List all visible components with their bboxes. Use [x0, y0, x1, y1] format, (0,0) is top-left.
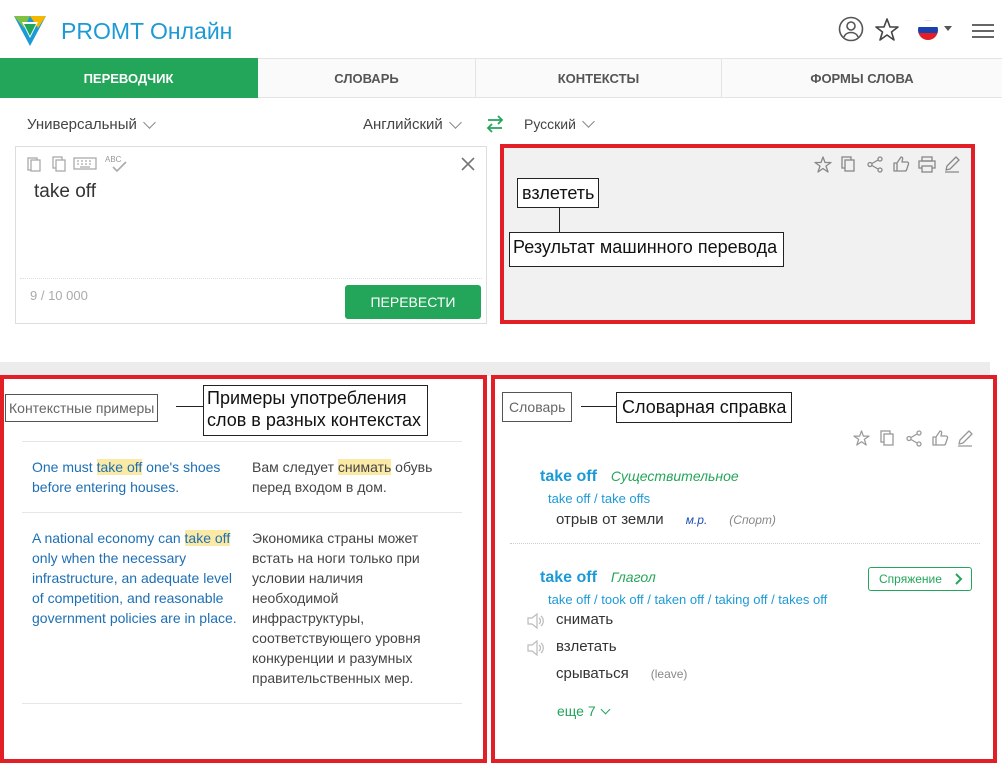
thumbs-up-icon[interactable] — [892, 155, 910, 173]
dictionary-entry-header: take off Существительное — [540, 468, 739, 486]
main-tabs: ПЕРЕВОДЧИК СЛОВАРЬ КОНТЕКСТЫ ФОРМЫ СЛОВА — [0, 58, 1002, 98]
edit-icon[interactable] — [956, 429, 974, 447]
tab-contexts[interactable]: КОНТЕКСТЫ — [476, 58, 722, 98]
translate-button[interactable]: ПЕРЕВЕСТИ — [345, 285, 481, 319]
divider — [20, 278, 482, 279]
thumbs-up-icon[interactable] — [931, 429, 949, 447]
tab-word-forms[interactable]: ФОРМЫ СЛОВА — [722, 58, 1002, 98]
gender-tag: м.р. — [685, 513, 708, 527]
callout-connector — [581, 406, 617, 407]
divider — [22, 512, 462, 513]
brand-title[interactable]: PROMT Онлайн — [61, 18, 232, 45]
share-icon[interactable] — [905, 430, 923, 447]
copy-icon[interactable] — [880, 430, 895, 447]
swap-languages-icon[interactable] — [484, 115, 506, 133]
character-counter: 9 / 10 000 — [30, 288, 88, 303]
copy-icon[interactable] — [841, 156, 856, 173]
divider — [22, 441, 462, 442]
context-example-en[interactable]: A national economy can take off only whe… — [32, 528, 242, 628]
callout-connector — [559, 207, 560, 233]
star-icon[interactable] — [874, 17, 900, 43]
print-icon[interactable] — [918, 156, 936, 173]
context-example-en[interactable]: One must take off one's shoes before ent… — [32, 457, 237, 497]
target-language-select[interactable]: Русский — [524, 115, 595, 132]
topic-label: Универсальный — [27, 116, 137, 133]
chevron-right-icon — [955, 573, 963, 585]
chevron-down-icon — [142, 115, 156, 129]
language-chevron-down-icon[interactable] — [944, 26, 952, 31]
topic-select[interactable]: Универсальный — [27, 115, 156, 133]
svg-text:ABC: ABC — [105, 155, 122, 164]
favorite-icon[interactable] — [853, 430, 870, 446]
conjugation-button[interactable]: Спряжение — [868, 567, 972, 591]
share-icon[interactable] — [866, 156, 884, 173]
speaker-icon[interactable] — [526, 640, 546, 656]
dictionary-label: Словарь — [502, 392, 573, 422]
chevron-down-icon — [600, 704, 611, 714]
menu-icon[interactable] — [972, 23, 994, 39]
divider — [22, 703, 462, 704]
contexts-label: Контекстные примеры — [5, 394, 159, 422]
context-example-ru: Экономика страны может встать на ноги то… — [252, 530, 421, 686]
spellcheck-icon[interactable]: ABC — [104, 154, 128, 174]
source-text-input[interactable]: take off — [34, 181, 96, 203]
copy-icon[interactable] — [52, 156, 66, 172]
paste-icon[interactable] — [27, 156, 41, 172]
show-more-link[interactable]: еще 7 — [557, 703, 611, 719]
translation[interactable]: срываться — [556, 665, 629, 682]
result-annotation: Результат машинного перевода — [509, 232, 785, 267]
tab-dictionary[interactable]: СЛОВАРЬ — [258, 58, 476, 98]
contexts-annotation: Примеры употребления слов в разных конте… — [203, 385, 429, 436]
dictionary-annotation: Словарная справка — [616, 392, 793, 423]
speaker-icon[interactable] — [526, 613, 546, 629]
divider — [510, 543, 980, 544]
source-language-label: Английский — [363, 116, 443, 133]
favorite-icon[interactable] — [814, 156, 832, 173]
word-forms[interactable]: take off / take offs — [548, 491, 650, 506]
domain-tag: (Спорт) — [729, 513, 776, 527]
flag-ru-icon[interactable] — [918, 20, 938, 40]
user-icon[interactable] — [838, 16, 864, 42]
section-divider — [0, 362, 990, 376]
tab-translator[interactable]: ПЕРЕВОДЧИК — [0, 58, 258, 98]
translation[interactable]: взлетать — [556, 638, 617, 655]
translation-row: срываться (leave) — [556, 665, 687, 682]
part-of-speech: Существительное — [610, 468, 739, 484]
usage-note: (leave) — [650, 667, 688, 681]
source-language-select[interactable]: Английский — [363, 115, 462, 133]
conjugation-label: Спряжение — [879, 572, 942, 586]
chevron-down-icon — [448, 115, 462, 129]
dictionary-entry-header: take off Глагол — [540, 569, 656, 587]
target-language-label: Русский — [524, 116, 576, 132]
edit-icon[interactable] — [943, 155, 961, 173]
translation[interactable]: снимать — [556, 611, 613, 628]
show-more-label: еще 7 — [557, 703, 596, 719]
result-text[interactable]: взлететь — [517, 178, 600, 208]
translation-row: отрыв от земли м.р. (Спорт) — [556, 511, 776, 528]
logo-icon[interactable] — [12, 12, 48, 48]
context-example-ru: Вам следует снимать обувь перед входом в… — [252, 459, 433, 495]
callout-connector — [176, 406, 204, 407]
part-of-speech: Глагол — [610, 569, 656, 585]
translation[interactable]: отрыв от земли — [556, 511, 664, 528]
chevron-down-icon — [582, 115, 595, 128]
clear-icon[interactable] — [461, 157, 475, 171]
headword[interactable]: take off — [540, 468, 597, 486]
keyboard-icon[interactable] — [73, 157, 97, 170]
headword[interactable]: take off — [540, 569, 597, 587]
word-forms[interactable]: take off / took off / taken off / taking… — [548, 592, 827, 607]
